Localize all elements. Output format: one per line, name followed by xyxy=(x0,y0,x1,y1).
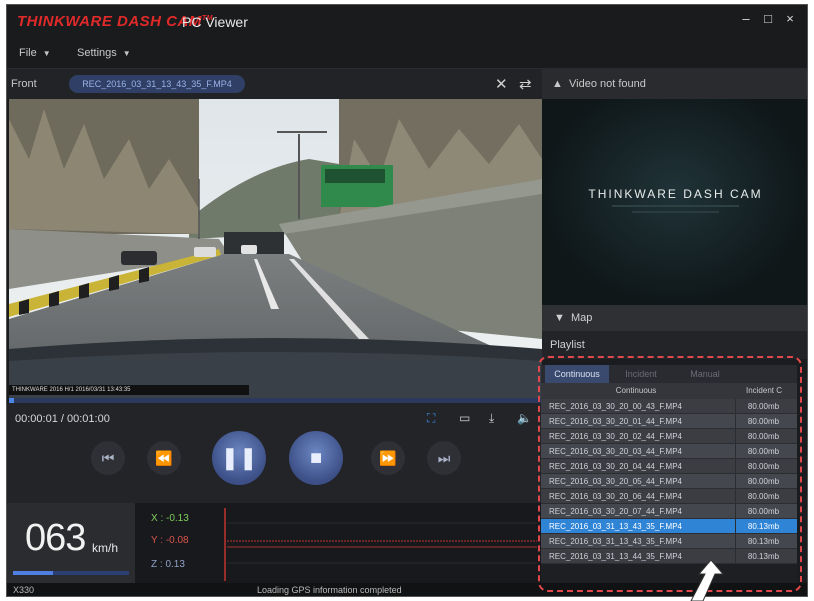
fast-forward-icon: ⏩ xyxy=(379,449,397,466)
fullscreen-icon[interactable]: ▭ xyxy=(459,411,470,425)
preview-subtitle-line xyxy=(632,211,719,213)
model-label: X330 xyxy=(13,585,35,595)
minimize-button[interactable]: – xyxy=(737,11,755,27)
map-toggle: ▼ Map xyxy=(554,312,593,324)
menu-bar: File ▼ Settings ▼ xyxy=(7,39,807,69)
chevron-down-icon: ▼ xyxy=(122,49,131,58)
close-button[interactable]: × xyxy=(781,11,799,27)
current-file-pill[interactable]: REC_2016_03_31_13_43_35_F.MP4 xyxy=(69,75,245,93)
playlist-highlight-frame xyxy=(538,356,802,592)
gsensor-y: Y : -0.08 xyxy=(151,535,189,546)
speed-value: 063 xyxy=(25,517,86,559)
playback-controls: 00:00:01 / 00:01:00 ⛶ ▭ ⤓ 🔈 ⏮ ⏪ ❚❚ ■ ⏩ ⏭ xyxy=(7,403,542,503)
secondary-video-preview: THINKWARE DASH CAM xyxy=(542,99,807,305)
app-title: PC Viewer xyxy=(182,14,248,30)
telemetry-panel: 063 km/h X : -0.13 Y : -0.08 Z : 0.13 xyxy=(7,503,542,583)
secondary-video-status: ▲ Video not found xyxy=(552,78,646,90)
pause-button[interactable]: ❚❚ xyxy=(212,431,266,485)
swap-icon[interactable]: ⇄ xyxy=(519,75,532,93)
road-scene-image xyxy=(9,99,542,403)
expand-icon[interactable]: ✕ xyxy=(495,75,508,93)
time-display: 00:00:01 / 00:01:00 xyxy=(15,413,110,425)
previous-file-button[interactable]: ⏮ xyxy=(91,441,125,475)
gsensor-z: Z : 0.13 xyxy=(151,559,185,570)
speed-bar-fill xyxy=(13,571,53,575)
preview-subtitle-line xyxy=(612,205,739,207)
menu-settings[interactable]: Settings ▼ xyxy=(77,47,131,59)
camera-label: Front xyxy=(11,78,37,90)
preview-logo: THINKWARE DASH CAM xyxy=(588,187,763,201)
speedometer: 063 km/h xyxy=(7,503,135,583)
stop-icon: ■ xyxy=(309,446,323,469)
secondary-video-header[interactable]: ▲ Video not found xyxy=(542,69,807,99)
title-bar: THINKWARE DASH CAMTM PC Viewer – □ × xyxy=(7,5,807,39)
pause-icon: ❚❚ xyxy=(220,445,258,470)
playlist-header: Playlist xyxy=(542,331,807,359)
menu-file[interactable]: File ▼ xyxy=(19,47,51,59)
video-player[interactable]: THINKWARE 2016 H/1 2016/03/31 13:43:35 xyxy=(9,99,542,403)
playlist-title: Playlist xyxy=(550,339,585,351)
skip-next-icon: ⏭ xyxy=(437,449,451,466)
collapse-up-icon: ▲ xyxy=(552,78,563,90)
pointer-arrow-icon xyxy=(690,560,725,601)
speed-bar xyxy=(13,571,129,575)
capture-icon[interactable]: ⛶ xyxy=(427,411,435,426)
next-file-button[interactable]: ⏭ xyxy=(427,441,461,475)
chevron-down-icon: ▼ xyxy=(42,49,51,58)
rewind-button[interactable]: ⏪ xyxy=(147,441,181,475)
skip-previous-icon: ⏮ xyxy=(101,449,115,466)
rewind-icon: ⏪ xyxy=(155,449,173,466)
map-section-header[interactable]: ▼ Map xyxy=(542,305,807,331)
speed-unit: km/h xyxy=(92,541,119,555)
fast-forward-button[interactable]: ⏩ xyxy=(371,441,405,475)
video-header: Front REC_2016_03_31_13_43_35_F.MP4 ✕ ⇄ xyxy=(7,69,542,99)
save-icon[interactable]: ⤓ xyxy=(489,411,494,426)
volume-icon[interactable]: 🔈 xyxy=(517,411,532,425)
video-osd-overlay: THINKWARE 2016 H/1 2016/03/31 13:43:35 xyxy=(9,385,249,395)
chevron-down-icon: ▼ xyxy=(554,312,565,324)
stop-button[interactable]: ■ xyxy=(289,431,343,485)
maximize-button[interactable]: □ xyxy=(759,11,777,27)
gsensor-x: X : -0.13 xyxy=(151,513,189,524)
status-message: Loading GPS information completed xyxy=(257,585,402,595)
gsensor-graph xyxy=(224,508,537,581)
